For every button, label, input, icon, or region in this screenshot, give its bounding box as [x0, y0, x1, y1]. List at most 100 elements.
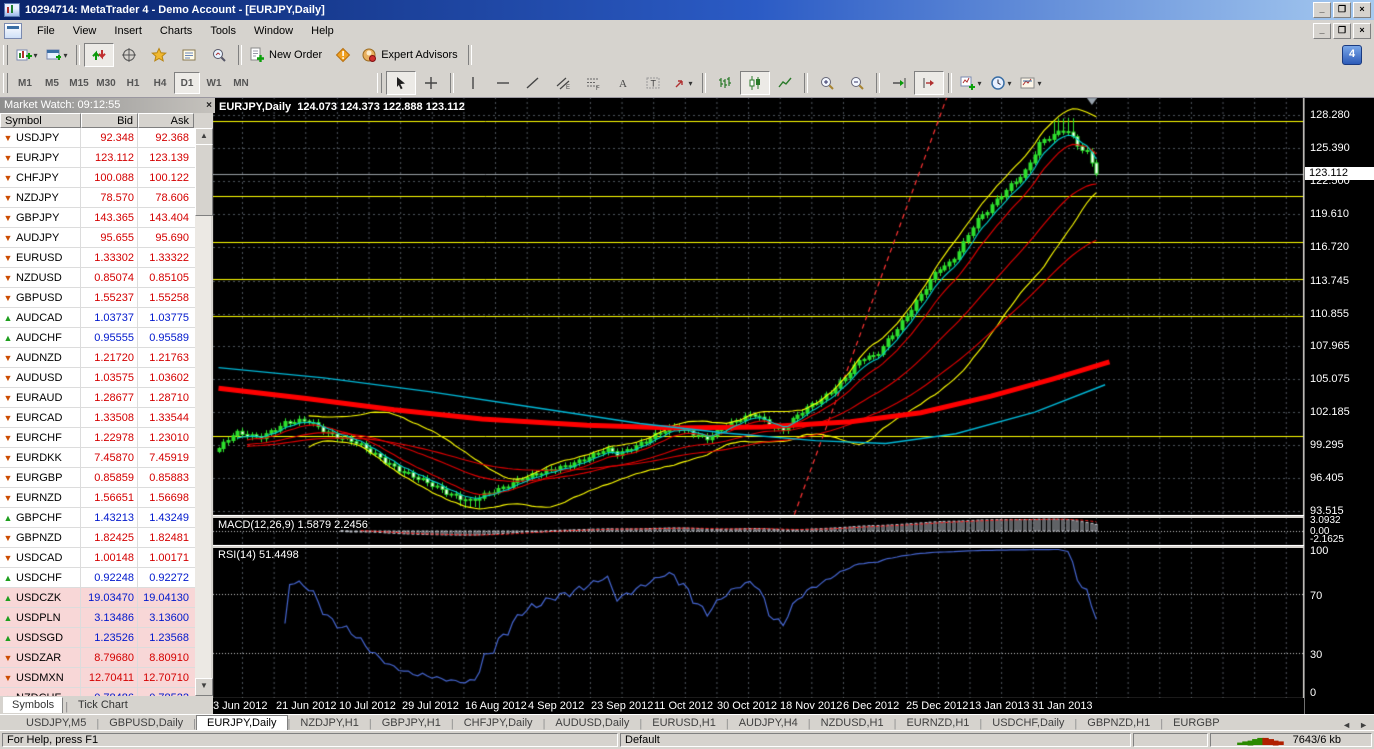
tab-scroll-right-icon[interactable]: ►	[1359, 720, 1368, 730]
column-header-symbol[interactable]: Symbol	[0, 113, 81, 128]
menu-item-window[interactable]: Window	[245, 22, 302, 40]
quote-row[interactable]: ▼ EURCHF 1.22978 1.23010	[0, 428, 195, 448]
arrows-tool[interactable]: ▾	[668, 71, 698, 95]
zoom-in-button[interactable]	[812, 71, 842, 95]
toolbar-grip[interactable]	[3, 73, 8, 93]
quote-row[interactable]: ▼ GBPUSD 1.55237 1.55258	[0, 288, 195, 308]
quote-row[interactable]: ▼ EURGBP 0.85859 0.85883	[0, 468, 195, 488]
chart-tab-usdchf-daily[interactable]: USDCHF,Daily	[982, 716, 1074, 730]
price-axis[interactable]: 128.280 125.390 122.500 119.610 116.720 113.7…	[1304, 97, 1374, 714]
market-watch-tab-symbols[interactable]: Symbols	[3, 697, 64, 713]
restore-button[interactable]: ❐	[1333, 2, 1351, 18]
text-label-tool[interactable]: T	[638, 71, 668, 95]
timeframe-d1[interactable]: D1	[174, 72, 200, 94]
scrollbar-thumb[interactable]	[195, 144, 213, 216]
quote-row[interactable]: ▼ USDZAR 8.79680 8.80910	[0, 648, 195, 668]
minimize-button[interactable]: _	[1313, 2, 1331, 18]
quote-row[interactable]: ▲ USDSGD 1.23526 1.23568	[0, 628, 195, 648]
quote-row[interactable]: ▼ GBPNZD 1.82425 1.82481	[0, 528, 195, 548]
child-minimize-button[interactable]: _	[1313, 22, 1331, 39]
market-watch-titlebar[interactable]: Market Watch: 09:12:55 ×	[0, 97, 215, 113]
equidistant-channel-tool[interactable]: E	[548, 71, 578, 95]
new-order-button[interactable]: New Order	[246, 43, 328, 67]
quote-row[interactable]: ▲NZDCHF0.784860.78522	[0, 688, 195, 696]
chart-tab-gbpnzd-h1[interactable]: GBPNZD,H1	[1077, 716, 1160, 730]
chart-tab-audjpy-h4[interactable]: AUDJPY,H4	[729, 716, 808, 730]
toolbar-grip[interactable]	[3, 45, 8, 65]
quote-row[interactable]: ▼ USDCAD 1.00148 1.00171	[0, 548, 195, 568]
status-profile[interactable]: Default	[620, 733, 1131, 747]
trendline-tool[interactable]	[518, 71, 548, 95]
periods-button[interactable]: ▾	[986, 71, 1016, 95]
child-restore-button[interactable]: ❐	[1333, 22, 1351, 39]
timeframe-m30[interactable]: M30	[93, 72, 119, 94]
chart-tab-eurgbp[interactable]: EURGBP	[1163, 716, 1229, 730]
market-watch-tab-tick-chart[interactable]: Tick Chart	[70, 698, 136, 713]
pane-separator[interactable]	[213, 545, 1374, 548]
pane-separator[interactable]	[213, 515, 1374, 518]
tab-scroll-left-icon[interactable]: ◄	[1342, 720, 1351, 730]
chart-tab-gbpjpy-h1[interactable]: GBPJPY,H1	[372, 716, 451, 730]
text-tool[interactable]: A	[608, 71, 638, 95]
quote-row[interactable]: ▲ USDPLN 3.13486 3.13600	[0, 608, 195, 628]
chart-tab-eurusd-h1[interactable]: EURUSD,H1	[642, 716, 726, 730]
templates-button[interactable]: ▾	[1016, 71, 1046, 95]
chart-tab-eurnzd-h1[interactable]: EURNZD,H1	[896, 716, 979, 730]
new-chart-button[interactable]: ▾	[12, 43, 42, 67]
quote-row[interactable]: ▼ AUDUSD 1.03575 1.03602	[0, 368, 195, 388]
profiles-button[interactable]: ▾	[42, 43, 72, 67]
chart-tab-chfjpy-daily[interactable]: CHFJPY,Daily	[454, 716, 543, 730]
terminal-toggle[interactable]	[174, 43, 204, 67]
close-icon[interactable]: ×	[206, 100, 212, 111]
quote-row[interactable]: ▼ GBPJPY 143.365 143.404	[0, 208, 195, 228]
timeframe-mn[interactable]: MN	[228, 72, 254, 94]
quote-row[interactable]: ▲ GBPCHF 1.43213 1.43249	[0, 508, 195, 528]
quote-row[interactable]: ▼ USDJPY 92.348 92.368	[0, 128, 195, 148]
menu-item-tools[interactable]: Tools	[201, 22, 245, 40]
quote-row[interactable]: ▼ USDMXN 12.70411 12.70710	[0, 668, 195, 688]
quote-row[interactable]: ▼ EURCAD 1.33508 1.33544	[0, 408, 195, 428]
menu-item-insert[interactable]: Insert	[105, 22, 151, 40]
time-axis[interactable]: 3 Jun 2012 21 Jun 2012 10 Jul 2012 29 Jul 2…	[213, 698, 1304, 714]
expert-advisors-toggle[interactable]: Expert Advisors	[358, 43, 463, 67]
quote-row[interactable]: ▼ CHFJPY 100.088 100.122	[0, 168, 195, 188]
chart-tab-nzdusd-h1[interactable]: NZDUSD,H1	[811, 716, 894, 730]
quote-row[interactable]: ▼ EURJPY 123.112 123.139	[0, 148, 195, 168]
quote-row[interactable]: ▼ EURUSD 1.33302 1.33322	[0, 248, 195, 268]
chart-tab-usdjpy-m5[interactable]: USDJPY,M5	[16, 716, 96, 730]
menu-item-help[interactable]: Help	[302, 22, 343, 40]
quote-row[interactable]: ▼ NZDJPY 78.570 78.606	[0, 188, 195, 208]
timeframe-m15[interactable]: M15	[66, 72, 92, 94]
quote-row[interactable]: ▼ EURNZD 1.56651 1.56698	[0, 488, 195, 508]
market-watch-toggle[interactable]	[84, 43, 114, 67]
market-watch-scrollbar[interactable]: ▲ ▼	[195, 128, 213, 696]
child-close-button[interactable]: ×	[1353, 22, 1371, 39]
indicators-button[interactable]: ▾	[956, 71, 986, 95]
strategy-tester-toggle[interactable]	[204, 43, 234, 67]
fibonacci-tool[interactable]: F	[578, 71, 608, 95]
scroll-down-icon[interactable]: ▼	[195, 678, 213, 696]
zoom-out-button[interactable]	[842, 71, 872, 95]
menu-item-view[interactable]: View	[64, 22, 106, 40]
chart-tab-gbpusd-daily[interactable]: GBPUSD,Daily	[99, 716, 193, 730]
timeframe-m5[interactable]: M5	[39, 72, 65, 94]
timeframe-h1[interactable]: H1	[120, 72, 146, 94]
quote-row[interactable]: ▲ AUDCAD 1.03737 1.03775	[0, 308, 195, 328]
column-header-bid[interactable]: Bid	[81, 113, 138, 128]
chart-window-icon[interactable]	[4, 22, 22, 39]
quote-row[interactable]: ▲ AUDCHF 0.95555 0.95589	[0, 328, 195, 348]
candlestick-mode-button[interactable]	[740, 71, 770, 95]
quote-row[interactable]: ▲ USDCZK 19.03470 19.04130	[0, 588, 195, 608]
quote-row[interactable]: ▲ USDCHF 0.92248 0.92272	[0, 568, 195, 588]
quote-row[interactable]: ▼ NZDUSD 0.85074 0.85105	[0, 268, 195, 288]
vertical-line-tool[interactable]	[458, 71, 488, 95]
quote-row[interactable]: ▼ AUDJPY 95.655 95.690	[0, 228, 195, 248]
community-button[interactable]: 4	[1342, 45, 1362, 65]
navigator-toggle[interactable]	[144, 43, 174, 67]
close-button[interactable]: ×	[1353, 2, 1371, 18]
chart-tab-nzdjpy-h1[interactable]: NZDJPY,H1	[290, 716, 368, 730]
quote-row[interactable]: ▼ AUDNZD 1.21720 1.21763	[0, 348, 195, 368]
menu-item-charts[interactable]: Charts	[151, 22, 201, 40]
timeframe-h4[interactable]: H4	[147, 72, 173, 94]
crosshair-tool[interactable]	[416, 71, 446, 95]
